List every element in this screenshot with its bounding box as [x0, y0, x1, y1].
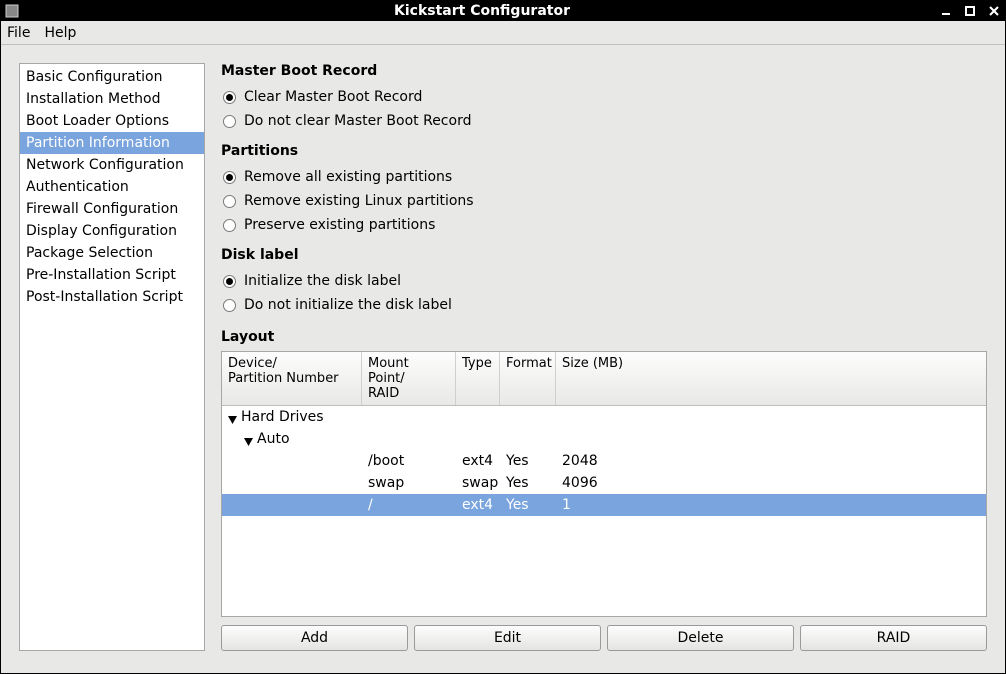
layout-section: Layout Device/ Partition Number Mount Po… [221, 329, 987, 651]
app-window: Kickstart Configurator File Help Basic C… [0, 0, 1006, 674]
radio-part-remove-linux[interactable]: Remove existing Linux partitions [221, 189, 987, 213]
window-controls [939, 4, 1001, 18]
layout-button-row: Add Edit Delete RAID [221, 625, 987, 651]
column-size[interactable]: Size (MB) [556, 352, 986, 405]
column-format[interactable]: Format [500, 352, 556, 405]
column-device[interactable]: Device/ Partition Number [222, 352, 362, 405]
client-area: Basic ConfigurationInstallation MethodBo… [1, 45, 1005, 673]
section-mbr-title: Master Boot Record [221, 63, 987, 79]
radio-part-preserve[interactable]: Preserve existing partitions [221, 213, 987, 237]
radio-mbr-clear[interactable]: Clear Master Boot Record [221, 85, 987, 109]
menu-file[interactable]: File [7, 25, 30, 41]
section-disklabel-title: Disk label [221, 247, 987, 263]
minimize-button[interactable] [939, 4, 953, 18]
radio-label: Do not clear Master Boot Record [244, 113, 471, 129]
radio-icon[interactable] [223, 275, 236, 288]
sidebar-item-0[interactable]: Basic Configuration [20, 66, 204, 88]
title-bar: Kickstart Configurator [1, 1, 1005, 21]
radio-icon[interactable] [223, 91, 236, 104]
cell-mount: / [362, 497, 456, 513]
radio-label: Remove all existing partitions [244, 169, 452, 185]
sidebar-item-1[interactable]: Installation Method [20, 88, 204, 110]
app-icon [5, 4, 19, 18]
radio-disklabel-noinit[interactable]: Do not initialize the disk label [221, 293, 987, 317]
radio-icon[interactable] [223, 171, 236, 184]
cell-mount: swap [362, 475, 456, 491]
expander-icon[interactable] [244, 435, 253, 444]
radio-label: Initialize the disk label [244, 273, 401, 289]
sidebar-item-2[interactable]: Boot Loader Options [20, 110, 204, 132]
radio-icon[interactable] [223, 115, 236, 128]
expander-icon[interactable] [228, 413, 237, 422]
cell-type: ext4 [456, 497, 500, 513]
cell-size: 2048 [556, 453, 986, 469]
sidebar-item-6[interactable]: Firewall Configuration [20, 198, 204, 220]
cell-format: Yes [500, 497, 556, 513]
close-button[interactable] [987, 4, 1001, 18]
sidebar-item-5[interactable]: Authentication [20, 176, 204, 198]
cell-mount: /boot [362, 453, 456, 469]
radio-label: Preserve existing partitions [244, 217, 435, 233]
window-title: Kickstart Configurator [25, 3, 939, 19]
radio-label: Do not initialize the disk label [244, 297, 452, 313]
radio-part-remove-all[interactable]: Remove all existing partitions [221, 165, 987, 189]
edit-button[interactable]: Edit [414, 625, 601, 651]
tree-node-hard-drives[interactable]: Hard Drives [222, 406, 986, 428]
radio-icon[interactable] [223, 299, 236, 312]
sidebar-item-8[interactable]: Package Selection [20, 242, 204, 264]
cell-format: Yes [500, 475, 556, 491]
menu-bar: File Help [1, 21, 1005, 45]
table-header: Device/ Partition Number Mount Point/ RA… [222, 352, 986, 406]
table-row[interactable]: /bootext4Yes2048 [222, 450, 986, 472]
partition-table: Device/ Partition Number Mount Point/ RA… [221, 351, 987, 617]
table-row[interactable]: swapswapYes4096 [222, 472, 986, 494]
section-layout-title: Layout [221, 329, 987, 345]
radio-icon[interactable] [223, 219, 236, 232]
column-type[interactable]: Type [456, 352, 500, 405]
raid-button[interactable]: RAID [800, 625, 987, 651]
table-row[interactable]: /ext4Yes1 [222, 494, 986, 516]
main-panel: Master Boot Record Clear Master Boot Rec… [221, 63, 987, 651]
menu-help[interactable]: Help [44, 25, 76, 41]
maximize-button[interactable] [963, 4, 977, 18]
table-body: Hard DrivesAuto/bootext4Yes2048swapswapY… [222, 406, 986, 616]
radio-icon[interactable] [223, 195, 236, 208]
sidebar-item-9[interactable]: Pre-Installation Script [20, 264, 204, 286]
section-partitions-title: Partitions [221, 143, 987, 159]
cell-size: 4096 [556, 475, 986, 491]
sidebar: Basic ConfigurationInstallation MethodBo… [19, 63, 205, 651]
tree-node-auto[interactable]: Auto [222, 428, 986, 450]
radio-disklabel-init[interactable]: Initialize the disk label [221, 269, 987, 293]
radio-mbr-noclear[interactable]: Do not clear Master Boot Record [221, 109, 987, 133]
tree-label: Auto [257, 431, 290, 447]
cell-format: Yes [500, 453, 556, 469]
delete-button[interactable]: Delete [607, 625, 794, 651]
tree-label: Hard Drives [241, 409, 324, 425]
cell-type: swap [456, 475, 500, 491]
sidebar-item-7[interactable]: Display Configuration [20, 220, 204, 242]
cell-size: 1 [556, 497, 986, 513]
cell-type: ext4 [456, 453, 500, 469]
sidebar-item-4[interactable]: Network Configuration [20, 154, 204, 176]
sidebar-item-10[interactable]: Post-Installation Script [20, 286, 204, 308]
column-mount[interactable]: Mount Point/ RAID [362, 352, 456, 405]
sidebar-item-3[interactable]: Partition Information [20, 132, 204, 154]
radio-label: Remove existing Linux partitions [244, 193, 474, 209]
radio-label: Clear Master Boot Record [244, 89, 422, 105]
add-button[interactable]: Add [221, 625, 408, 651]
